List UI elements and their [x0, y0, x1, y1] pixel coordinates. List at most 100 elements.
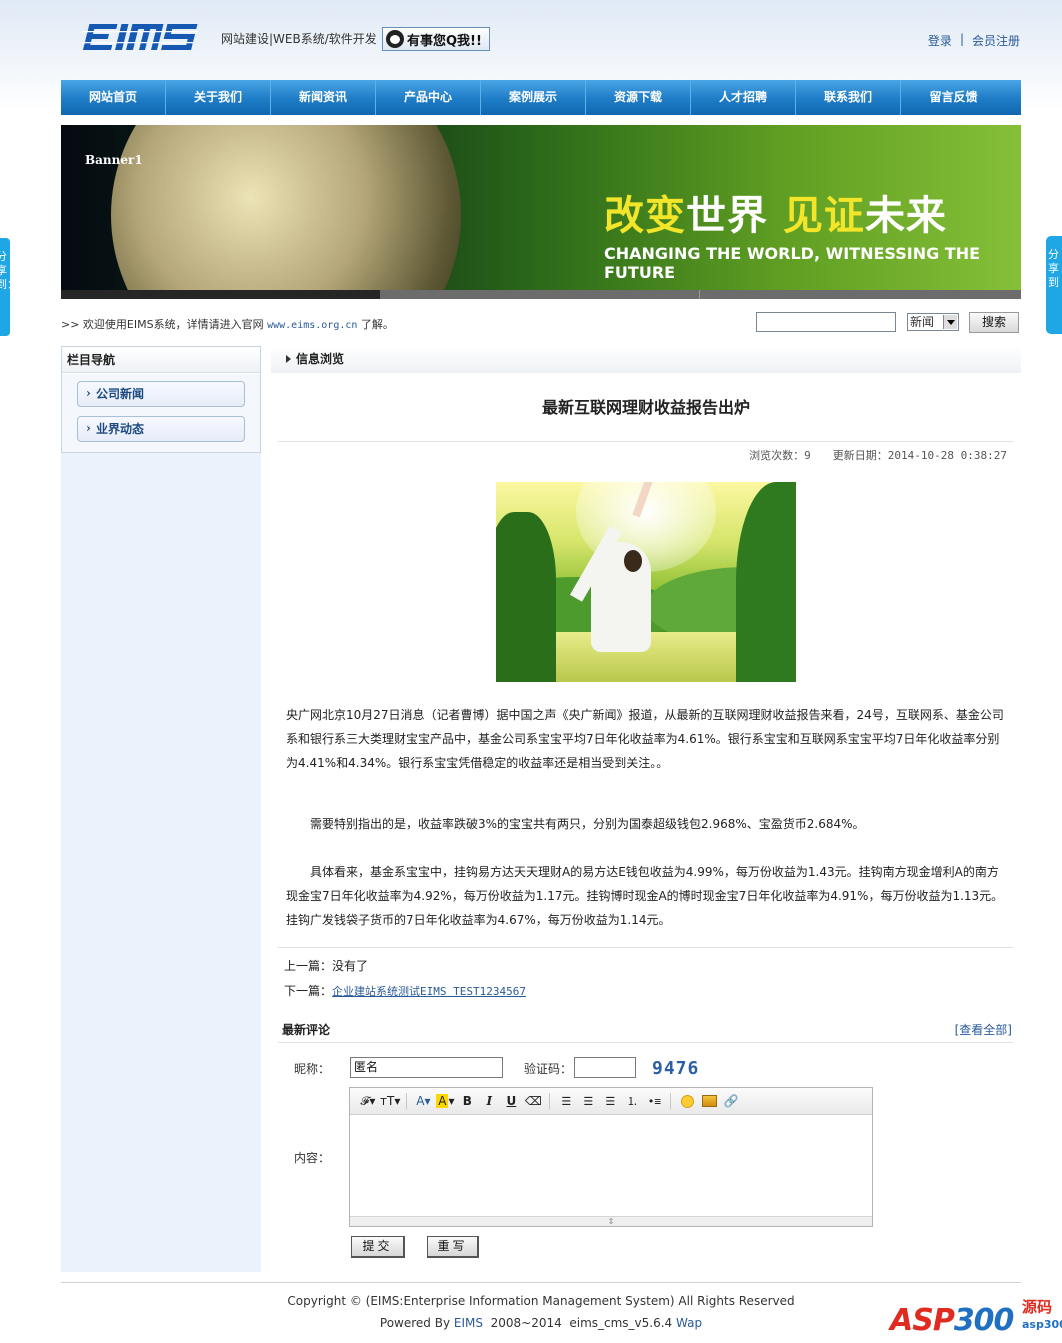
article-meta: 浏览次数：9 更新日期：2014-10-28 0:38:27	[749, 447, 1007, 463]
view-count: 浏览次数：9	[749, 447, 811, 463]
banner-title-part4: 未来	[864, 193, 947, 239]
main-nav: 网站首页 关于我们 新闻资讯 产品中心 案例展示 资源下载 人才招聘 联系我们 …	[61, 80, 1021, 115]
submit-button[interactable]: 提交	[351, 1236, 405, 1258]
banner-title: 改变世界 见证未来	[604, 183, 947, 241]
view-all-comments-link[interactable]: [查看全部]	[955, 1021, 1012, 1038]
banner-title-part3: 见证	[782, 193, 865, 239]
banner-slider-bar[interactable]	[61, 290, 1021, 299]
font-size-icon: тT	[380, 1094, 395, 1108]
welcome-suffix: 了解。	[357, 318, 394, 331]
banner[interactable]: Banner1 改变世界 见证未来 CHANGING THE WORLD, WI…	[61, 125, 1021, 290]
search-input[interactable]	[756, 312, 896, 332]
image-icon	[701, 1095, 717, 1107]
prev-article: 上一篇：没有了	[284, 957, 368, 974]
image-trees	[496, 512, 556, 682]
watermark-cn: 源码 asp300	[1022, 1299, 1062, 1333]
align-left-icon[interactable]: ☰	[556, 1091, 576, 1111]
banner-slider-active[interactable]	[61, 290, 380, 299]
share-left-label: 分享到：	[0, 250, 10, 291]
font-family-button[interactable]: 𝓕 ▾	[358, 1091, 378, 1111]
nav-item-about[interactable]: 关于我们	[166, 80, 271, 115]
next-article-link[interactable]: 企业建站系统测试EIMS TEST1234567	[332, 985, 526, 998]
nav-item-cases[interactable]: 案例展示	[481, 80, 586, 115]
nickname-label: 昵称：	[294, 1062, 331, 1076]
unordered-list-icon[interactable]: •≡	[644, 1091, 664, 1111]
reset-button[interactable]: 重写	[427, 1236, 479, 1258]
share-tab-left[interactable]: 分享到：	[0, 238, 10, 336]
watermark-text: ASP300	[890, 1303, 1014, 1338]
view-count-value: 9	[804, 449, 811, 462]
insert-image-button[interactable]	[699, 1091, 719, 1111]
insert-link-button[interactable]: 🔗	[721, 1091, 741, 1111]
italic-button[interactable]: I	[479, 1091, 499, 1111]
next-article-label: 下一篇：	[284, 984, 333, 998]
nav-item-products[interactable]: 产品中心	[376, 80, 481, 115]
update-date-label: 更新日期：	[832, 449, 888, 462]
eraser-button[interactable]: ⌫	[523, 1091, 543, 1111]
toolbar-separator	[406, 1093, 408, 1109]
font-size-button[interactable]: тT ▾	[380, 1091, 400, 1111]
font-color-icon: A	[416, 1094, 425, 1108]
sidebar-body: 公司新闻 业界动态	[62, 374, 260, 452]
welcome-text: >> 欢迎使用EIMS系统，详情请进入官网 www.eims.org.cn 了解…	[61, 316, 394, 332]
editor-content-area[interactable]	[350, 1115, 872, 1215]
smiley-icon	[680, 1094, 694, 1108]
qq-icon	[386, 30, 404, 48]
prev-article-value: 没有了	[332, 959, 369, 973]
chevron-down-icon[interactable]	[943, 315, 957, 329]
article-title: 最新互联网理财收益报告出炉	[541, 398, 750, 417]
align-center-icon[interactable]: ☰	[578, 1091, 598, 1111]
qq-contact-button[interactable]: 有事您Q我!!	[382, 27, 490, 51]
search-category-select[interactable]: 新闻	[907, 313, 959, 331]
captcha-image[interactable]: 9476	[652, 1058, 699, 1079]
official-site-link[interactable]: www.eims.org.cn	[267, 320, 357, 331]
update-date: 更新日期：2014-10-28 0:38:27	[833, 447, 1007, 463]
nav-item-feedback[interactable]: 留言反馈	[901, 80, 1006, 115]
sidebar-nav-box: 栏目导航 公司新闻 业界动态	[61, 346, 261, 453]
sidebar-item-company-news[interactable]: 公司新闻	[77, 381, 245, 407]
site-tagline: 网站建设|WEB系统/软件开发	[221, 32, 377, 46]
editor-resize-handle[interactable]: ⇕	[350, 1216, 872, 1226]
comments-title: 最新评论	[282, 1023, 331, 1037]
eims-logo[interactable]	[82, 22, 200, 52]
powered-suffix: 2008~2014 eims_cms_v5.6.4	[482, 1316, 677, 1330]
nav-item-news[interactable]: 新闻资讯	[271, 80, 376, 115]
asp300-watermark: ASP300 源码 asp300	[890, 1295, 1062, 1341]
search-button[interactable]: 搜索	[969, 312, 1019, 333]
nickname-input[interactable]: 匿名	[350, 1057, 503, 1078]
banner-title-part1: 改变	[604, 193, 686, 239]
nav-item-contact[interactable]: 联系我们	[796, 80, 901, 115]
bold-button[interactable]: B	[457, 1091, 477, 1111]
powered-prefix: Powered By	[379, 1316, 454, 1330]
eims-link[interactable]: EIMS	[454, 1316, 483, 1330]
underline-button[interactable]: U	[501, 1091, 521, 1111]
prev-article-label: 上一篇：	[284, 959, 333, 973]
share-tab-right[interactable]: 分享到	[1046, 236, 1062, 334]
font-family-icon: 𝓕	[360, 1093, 370, 1108]
nav-item-downloads[interactable]: 资源下载	[586, 80, 691, 115]
banner-label: Banner1	[85, 153, 143, 167]
search-category-value: 新闻	[910, 315, 935, 329]
ordered-list-icon[interactable]: ⒈	[622, 1091, 642, 1111]
qq-contact-label: 有事您Q我!!	[407, 33, 482, 49]
content-label: 内容：	[294, 1151, 331, 1165]
divider	[278, 947, 1013, 948]
image-figure	[591, 542, 651, 652]
watermark-cn-bottom: asp300	[1022, 1318, 1062, 1331]
sidebar: 栏目导航 公司新闻 业界动态	[61, 346, 261, 1272]
divider	[278, 1042, 1013, 1043]
register-link[interactable]: 会员注册	[972, 32, 1020, 49]
wap-link[interactable]: Wap	[676, 1316, 702, 1330]
rich-text-editor: 𝓕 ▾ тT ▾ A ▾ A ▾ B I U ⌫ ☰ ☰ ☰ ⒈ •≡ 🔗 ⇕	[349, 1087, 873, 1227]
nav-item-home[interactable]: 网站首页	[61, 80, 166, 115]
top-links: 登录 | 会员注册	[928, 32, 1020, 49]
banner-subtitle: CHANGING THE WORLD, WITNESSING THE FUTUR…	[604, 244, 981, 282]
login-link[interactable]: 登录	[928, 32, 952, 49]
font-color-button[interactable]: A ▾	[413, 1091, 433, 1111]
align-right-icon[interactable]: ☰	[600, 1091, 620, 1111]
highlight-button[interactable]: A ▾	[435, 1091, 455, 1111]
captcha-input[interactable]	[574, 1057, 636, 1078]
emoticon-button[interactable]	[677, 1091, 697, 1111]
nav-item-jobs[interactable]: 人才招聘	[691, 80, 796, 115]
sidebar-item-industry-news[interactable]: 业界动态	[77, 416, 245, 442]
